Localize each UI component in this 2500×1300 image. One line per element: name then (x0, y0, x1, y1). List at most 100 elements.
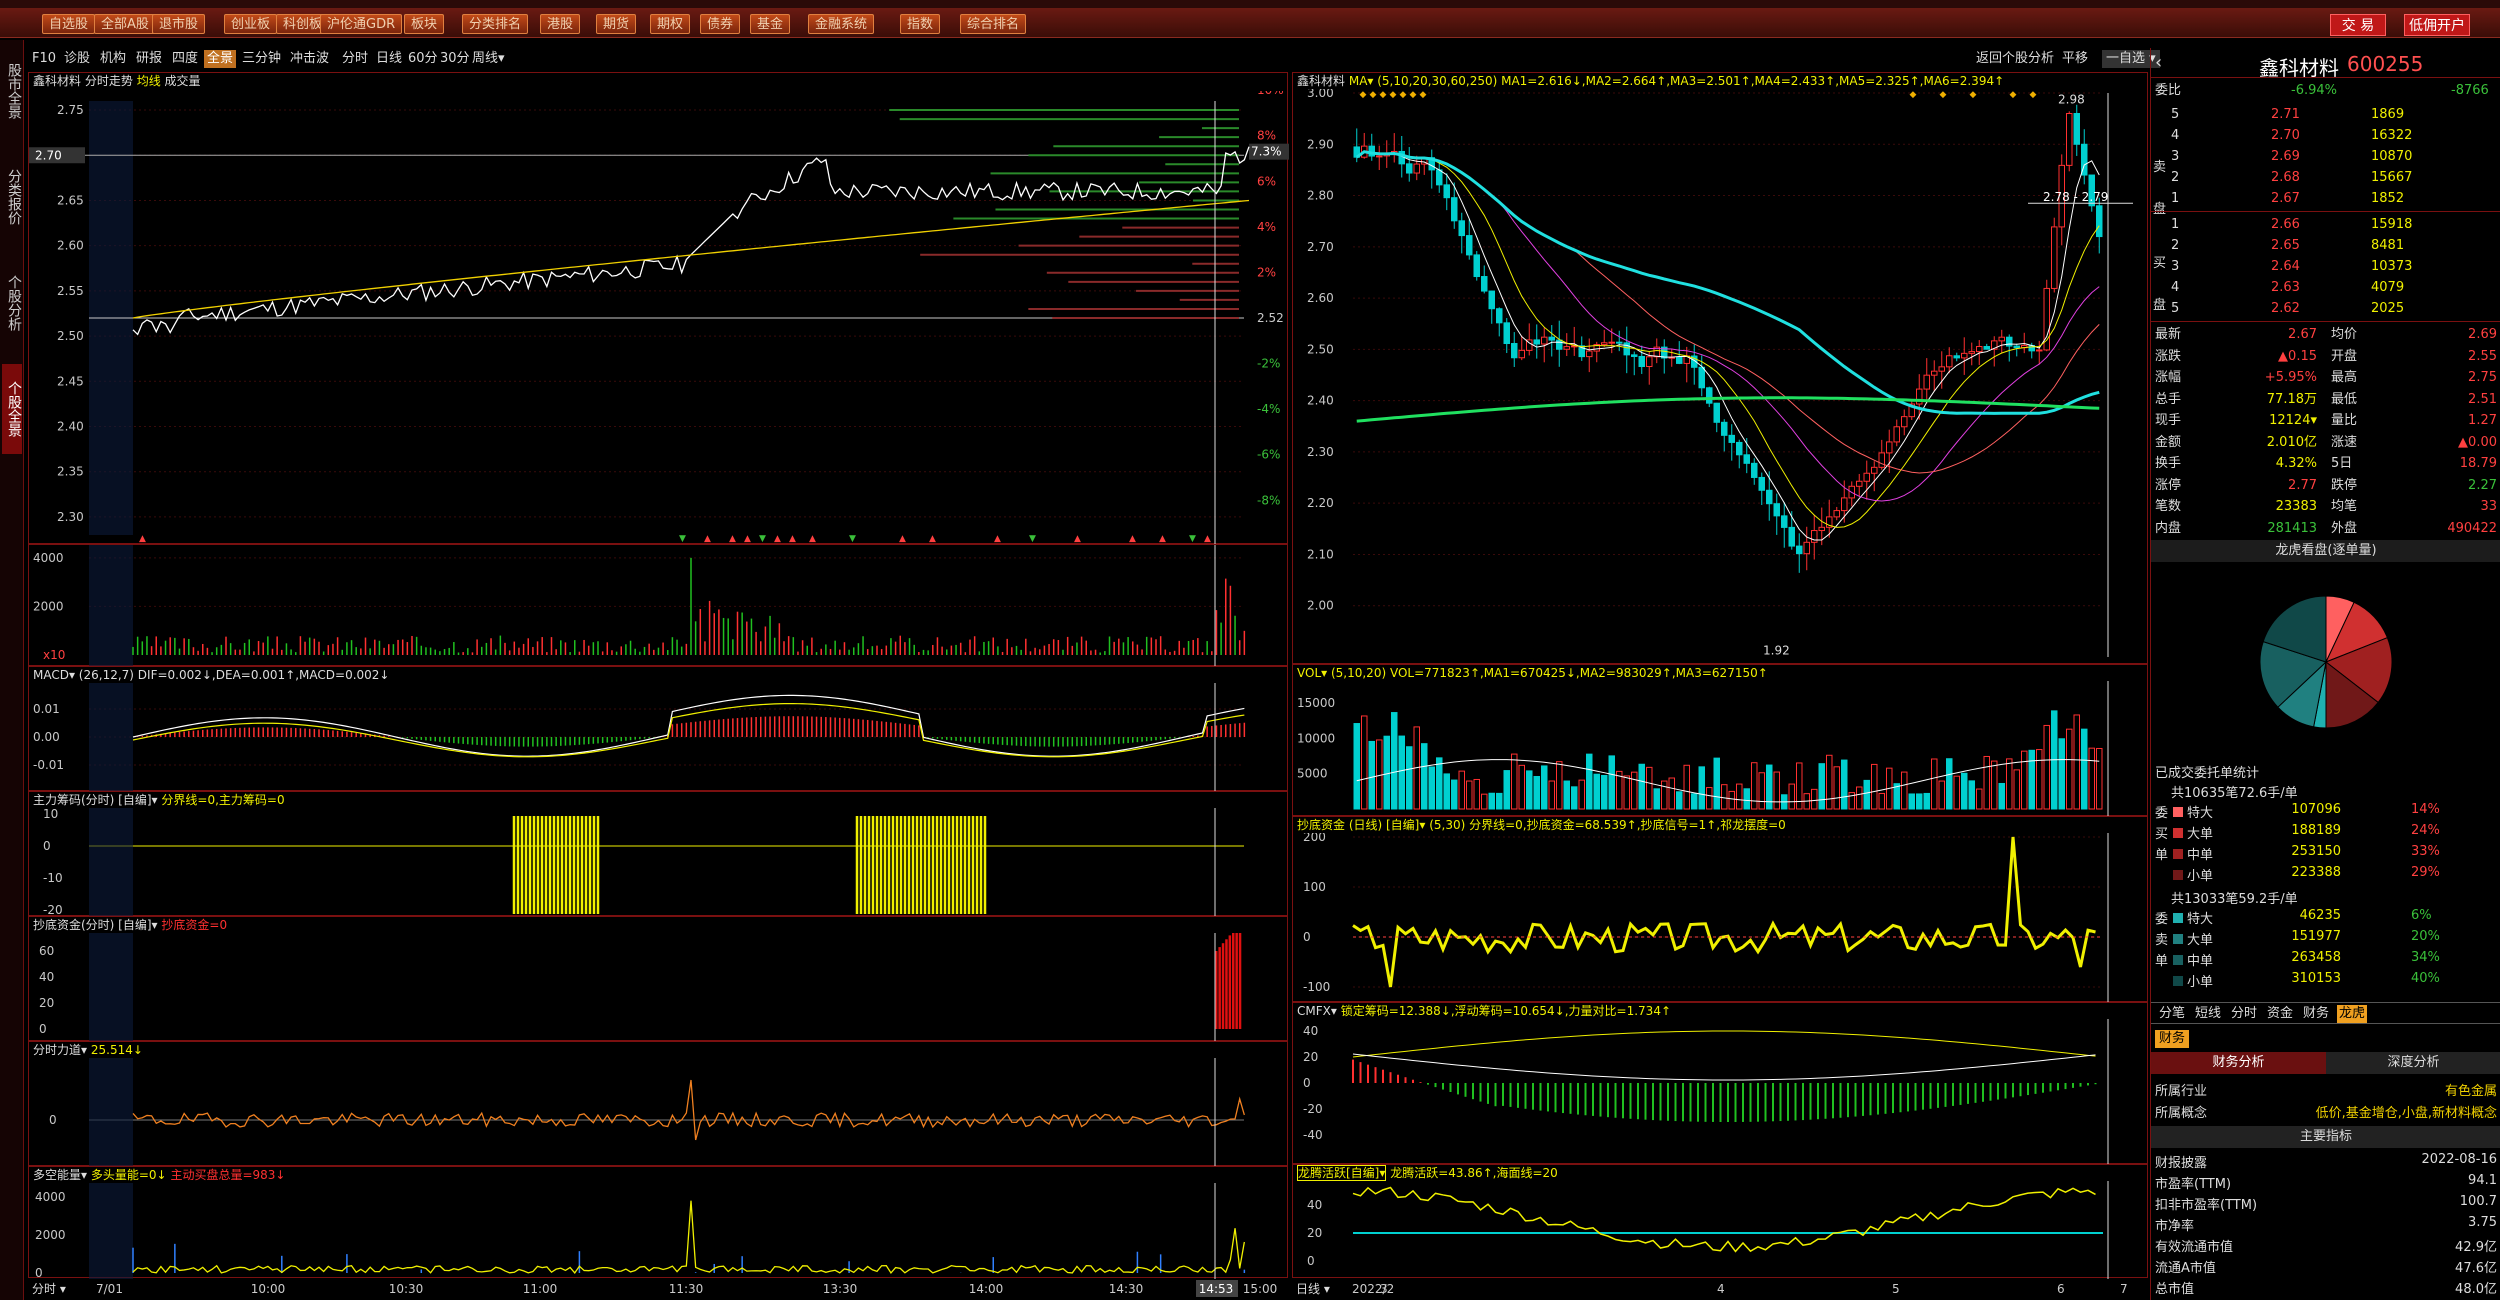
toolbar-item-9[interactable]: 日线 (376, 50, 402, 68)
topbar-button[interactable]: 金融系统 (808, 14, 875, 34)
toolbar-item-6[interactable]: 三分钟 (242, 50, 281, 68)
intraday-pane[interactable]: 鑫科材料 分时走势 均线 成交量 2.75 2.70 2.65 2.60 2.55 2.5… (28, 72, 1289, 545)
intraday-chart[interactable]: 2.75 2.70 2.65 2.60 2.55 2.50 2.45 2.40 2.35 2.30… (29, 91, 1289, 545)
daily-pane[interactable]: 鑫科材料 MA▾ (5,10,20,30,60,250) MA1=2.616↓,… (1292, 72, 2148, 664)
date-label: 4 (1717, 1282, 1725, 1296)
topbar-button[interactable]: 退市股 (152, 14, 206, 34)
toolbar-item-8[interactable]: 分时 (342, 50, 368, 68)
bottom-tab[interactable]: 财务 (2301, 1005, 2331, 1023)
kline-candle (1931, 370, 1938, 376)
vold-bar (2096, 747, 2103, 810)
vold-bar (1923, 792, 1930, 810)
topbar-button[interactable]: 沪伦通GDR (320, 14, 403, 34)
kline-candle (1953, 355, 1960, 359)
toolbar-item-7[interactable]: 冲击波 (290, 50, 329, 68)
fin-label: 市盈率(TTM) (2155, 1177, 2232, 1192)
signal-mark: ▲ (809, 534, 816, 544)
leftstrip-item[interactable]: 分类报价 (2, 152, 22, 242)
mainforce-title: 主力筹码(分时) [自编]▾ (33, 793, 158, 807)
dragon-title: 龙腾活跃[自编]▾ (1297, 1165, 1387, 1181)
topbar-button[interactable]: 板块 (404, 14, 445, 34)
toolbar-item-11[interactable]: 30分 (440, 50, 470, 68)
bottom-tab[interactable]: 分时 (2229, 1005, 2259, 1023)
vold-bar (1661, 780, 1668, 810)
toolbar-item-2[interactable]: 机构 (100, 50, 126, 68)
finance-right-header[interactable]: 深度分析 (2326, 1052, 2500, 1074)
stat-label: 最新 (2155, 327, 2182, 342)
back-chevron-icon[interactable]: ‹ (2155, 52, 2162, 73)
leftstrip-item[interactable]: 股市全景 (2, 46, 22, 136)
stat-label: 均价 (2331, 327, 2358, 342)
toolbar-item-4[interactable]: 四度 (172, 50, 198, 68)
sell-index: 5 (2171, 107, 2180, 122)
kline-candle (1781, 515, 1788, 528)
leftstrip-item[interactable]: 个股全景 (2, 364, 22, 454)
topbar-button[interactable]: 指数 (900, 14, 941, 34)
cmfx-float-line (1352, 1053, 2096, 1081)
deal-side-label: 委 (2155, 806, 2169, 821)
bottom-tab[interactable]: 资金 (2265, 1005, 2295, 1023)
toolbar-item-0[interactable]: F10 (32, 50, 56, 68)
deal-qty: 107096 (2291, 802, 2341, 817)
toolbar-item-12[interactable]: 周线▾ (472, 50, 505, 68)
vol-tick: 2000 (33, 599, 64, 613)
vold-bar (1623, 775, 1630, 810)
stock-code: 600255 (2347, 52, 2424, 76)
topbar-button[interactable]: 期货 (596, 14, 637, 34)
daily-kline-chart[interactable]: 3.00 2.90 2.80 2.70 2.60 2.50 2.40 2.30 2.20 2.10… (1293, 89, 2149, 665)
topbar-button[interactable]: 自选股 (42, 14, 96, 34)
topbar-button[interactable]: 创业板 (224, 14, 278, 34)
sell-index: 4 (2171, 128, 2180, 143)
topbar-button[interactable]: 港股 (540, 14, 581, 34)
kline-candle (1458, 220, 1465, 237)
vold-tick: 10000 (1297, 731, 1335, 745)
sell-price: 2.69 (2271, 149, 2300, 164)
topbar-button[interactable]: 综合排名 (960, 14, 1027, 34)
toolbar-item-3[interactable]: 研报 (136, 50, 162, 68)
deal-swatch (2173, 828, 2183, 838)
date-label: 6 (2057, 1282, 2065, 1296)
deal-type: 特大 (2187, 806, 2214, 821)
toolbar-item-10[interactable]: 60分 (408, 50, 438, 68)
date-label: 7 (2120, 1282, 2128, 1296)
toolbar-item-1[interactable]: 诊股 (64, 50, 90, 68)
vold-bar (1901, 771, 1908, 810)
bottomfund-intraday-chart: 60 40 20 0 (39, 933, 1242, 1041)
bottom-tab[interactable]: 龙虎 (2337, 1005, 2368, 1023)
ma5-line (1356, 151, 2100, 541)
fin-label: 有效流通市值 (2155, 1240, 2234, 1255)
deal-pct: 24% (2411, 823, 2440, 838)
leftstrip-item[interactable]: 个股分析 (2, 258, 22, 348)
trade-button[interactable]: 交 易 (2330, 14, 2386, 36)
kline-candle (1533, 339, 1540, 345)
topbar-button[interactable]: 分类排名 (462, 14, 529, 34)
topbar-button[interactable]: 基金 (750, 14, 791, 34)
topbar-button[interactable]: 债券 (700, 14, 741, 34)
cmfx-tick: -20 (1303, 1102, 1323, 1116)
fin-value: 48.0亿 (2455, 1282, 2497, 1297)
toolbar-right-item-0[interactable]: 返回个股分析 (1976, 50, 2054, 68)
time-label: 15:00 (1243, 1282, 1278, 1296)
deal-side-label: 单 (2155, 954, 2169, 969)
deal-qty: 46235 (2299, 908, 2341, 923)
finance-left-header[interactable]: 财务分析 (2151, 1052, 2326, 1074)
kline-candle (1451, 197, 1458, 222)
bottom-tab[interactable]: 短线 (2193, 1005, 2223, 1023)
topbar-button[interactable]: 期权 (650, 14, 691, 34)
industry-value: 有色金属 (2444, 1084, 2497, 1099)
toolbar-right-item-1[interactable]: 平移 (2062, 50, 2088, 68)
bottom-tab[interactable]: 分笔 (2157, 1005, 2187, 1023)
price-tick: 2.30 (57, 510, 84, 524)
open-account-button[interactable]: 低佣开户 (2404, 14, 2470, 36)
kline-candle (1728, 434, 1735, 443)
topbar-button[interactable]: 全部A股 (94, 14, 156, 34)
deal-title: 已成交委托单统计 (2155, 766, 2260, 781)
bfi-tick: 60 (39, 944, 54, 958)
finance-tab[interactable]: 财务 (2155, 1030, 2190, 1048)
toolbar-item-5[interactable]: 全景 (204, 50, 237, 68)
webi-value: -6.94% (2291, 83, 2337, 98)
date-label: 5 (1892, 1282, 1900, 1296)
price-tick: 2.50 (57, 329, 84, 343)
signal-mark: ▼ (849, 534, 856, 544)
bf-bar (1221, 943, 1225, 1029)
